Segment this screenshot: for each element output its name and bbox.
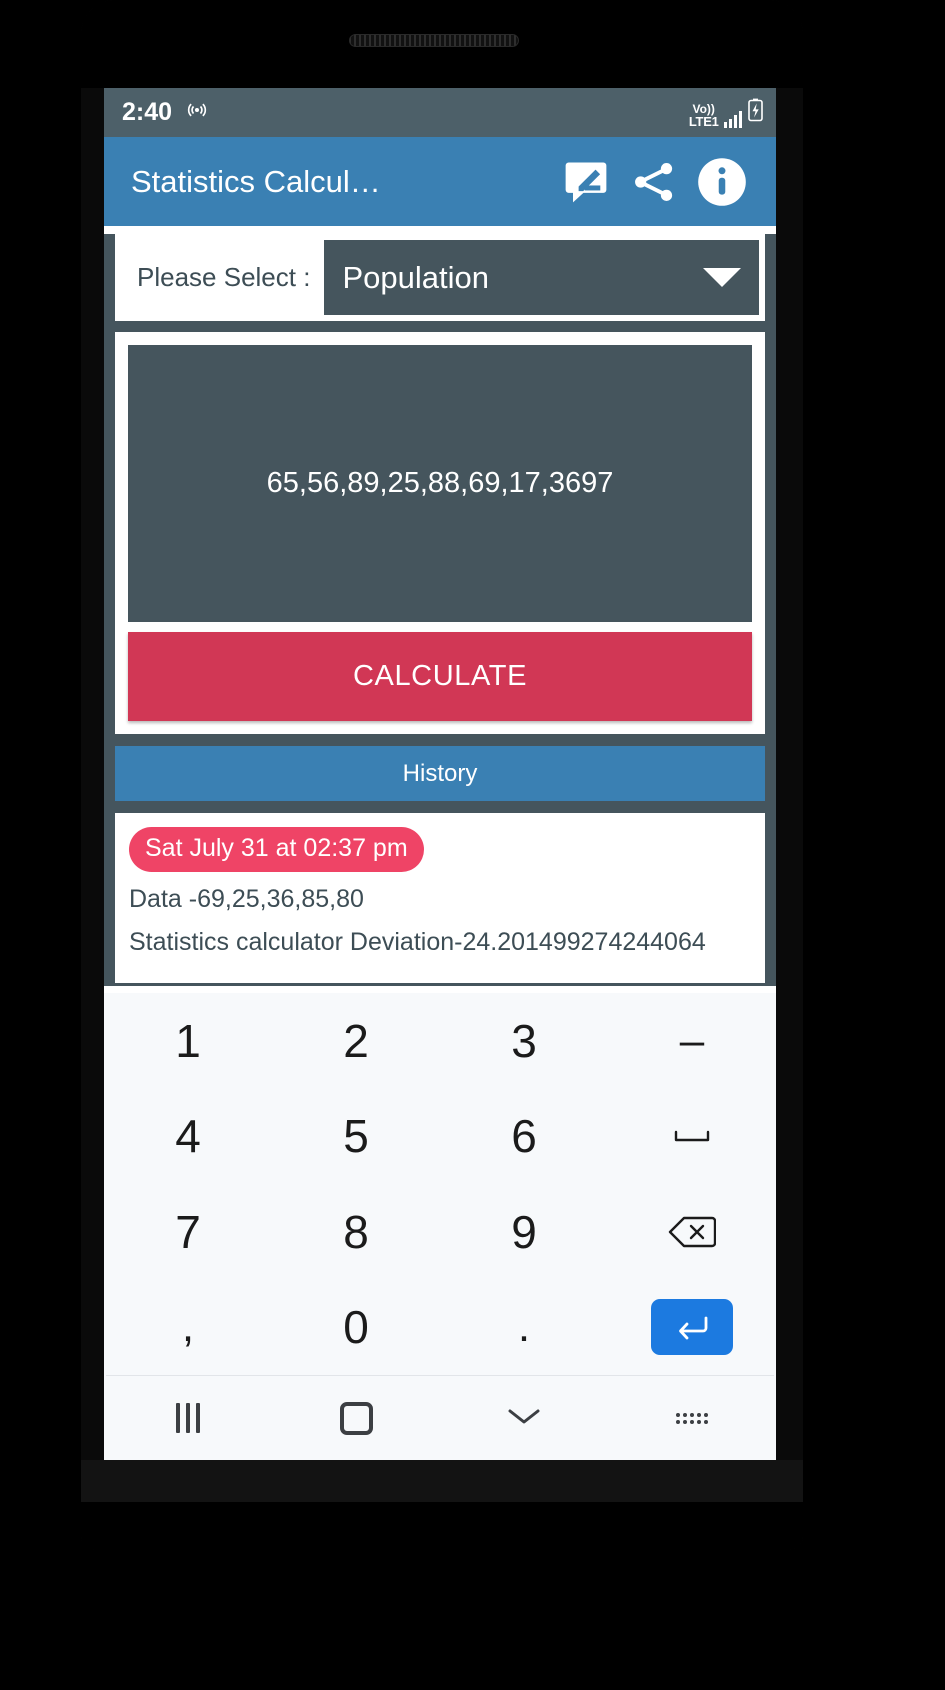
nav-recents-button[interactable] — [133, 1376, 243, 1460]
key-6[interactable]: 6 — [440, 1089, 608, 1185]
status-left-icons — [186, 99, 208, 126]
key-minus[interactable]: – — [608, 993, 776, 1089]
calculate-button[interactable]: CALCULATE — [128, 632, 752, 721]
page-body: Please Select : Population 65,56,89,25,8… — [104, 234, 776, 986]
volte-bottom-label: LTE1 — [688, 113, 719, 129]
select-row-card: Please Select : Population — [115, 234, 765, 321]
volte-indicator: Vo)) LTE1 — [689, 103, 719, 128]
key-space[interactable] — [608, 1089, 776, 1185]
key-7[interactable]: 7 — [104, 1184, 272, 1280]
data-input-field[interactable]: 65,56,89,25,88,69,17,3697 — [128, 345, 752, 622]
signal-bars-icon — [723, 110, 742, 128]
spinner-selected-value: Population — [342, 259, 489, 295]
key-1[interactable]: 1 — [104, 993, 272, 1089]
history-list[interactable]: Sat July 31 at 02:37 pm Data -69,25,36,8… — [115, 813, 765, 983]
population-sample-spinner[interactable]: Population — [324, 240, 759, 315]
chevron-down-icon — [505, 1404, 543, 1433]
home-icon — [339, 1401, 373, 1435]
nav-home-button[interactable] — [301, 1376, 411, 1460]
keypad-grid: 1 2 3 – 4 5 6 7 8 9 , 0 . — [104, 993, 776, 1375]
key-backspace[interactable] — [608, 1184, 776, 1280]
please-select-label: Please Select : — [137, 262, 311, 292]
status-bar: 2:40 Vo)) LTE1 — [104, 88, 776, 137]
location-tracking-icon — [186, 99, 208, 126]
key-enter[interactable] — [651, 1299, 733, 1356]
key-8[interactable]: 8 — [272, 1184, 440, 1280]
volte-top-label: Vo)) — [692, 101, 715, 116]
device-bottom-bezel — [81, 1460, 803, 1550]
nav-back-button[interactable] — [469, 1376, 579, 1460]
device-chin-strip — [81, 1460, 803, 1502]
history-header[interactable]: History — [115, 746, 765, 801]
key-comma[interactable]: , — [104, 1280, 272, 1376]
history-timestamp-badge: Sat July 31 at 02:37 pm — [129, 827, 424, 872]
key-5[interactable]: 5 — [272, 1089, 440, 1185]
recents-icon — [176, 1403, 200, 1433]
action-bar-icons — [552, 148, 776, 216]
phone-screen: 2:40 Vo)) LTE1 Statistics Calcul… Please… — [104, 88, 776, 1460]
nav-hide-keyboard-button[interactable] — [637, 1376, 747, 1460]
key-period[interactable]: . — [440, 1280, 608, 1376]
status-right-icons: Vo)) LTE1 — [689, 98, 764, 128]
key-enter-cell — [608, 1280, 776, 1376]
app-action-bar: Statistics Calcul… — [104, 137, 776, 226]
input-card: 65,56,89,25,88,69,17,3697 CALCULATE — [115, 332, 765, 734]
list-item[interactable]: Sat July 31 at 02:37 pm Data -69,25,36,8… — [115, 827, 765, 957]
feedback-icon[interactable] — [552, 148, 620, 216]
earpiece-speaker — [349, 34, 519, 47]
share-icon[interactable] — [620, 148, 688, 216]
device-top-bezel — [81, 0, 803, 88]
keyboard-icon — [676, 1412, 708, 1424]
system-navigation-bar — [104, 1376, 776, 1460]
history-data-text: Data -69,25,36,85,80 — [129, 885, 364, 913]
key-3[interactable]: 3 — [440, 993, 608, 1089]
app-title: Statistics Calcul… — [131, 163, 381, 199]
info-icon[interactable] — [688, 148, 756, 216]
battery-charging-icon — [747, 98, 764, 127]
key-0[interactable]: 0 — [272, 1280, 440, 1376]
history-result-text: Statistics calculator Deviation-24.20149… — [129, 928, 706, 956]
numeric-keyboard: 1 2 3 – 4 5 6 7 8 9 , 0 . — [104, 993, 776, 1460]
chevron-down-icon — [703, 268, 741, 287]
key-9[interactable]: 9 — [440, 1184, 608, 1280]
key-4[interactable]: 4 — [104, 1089, 272, 1185]
phone-device-frame: 2:40 Vo)) LTE1 Statistics Calcul… Please… — [81, 0, 803, 1550]
status-clock: 2:40 — [122, 98, 173, 126]
key-2[interactable]: 2 — [272, 993, 440, 1089]
